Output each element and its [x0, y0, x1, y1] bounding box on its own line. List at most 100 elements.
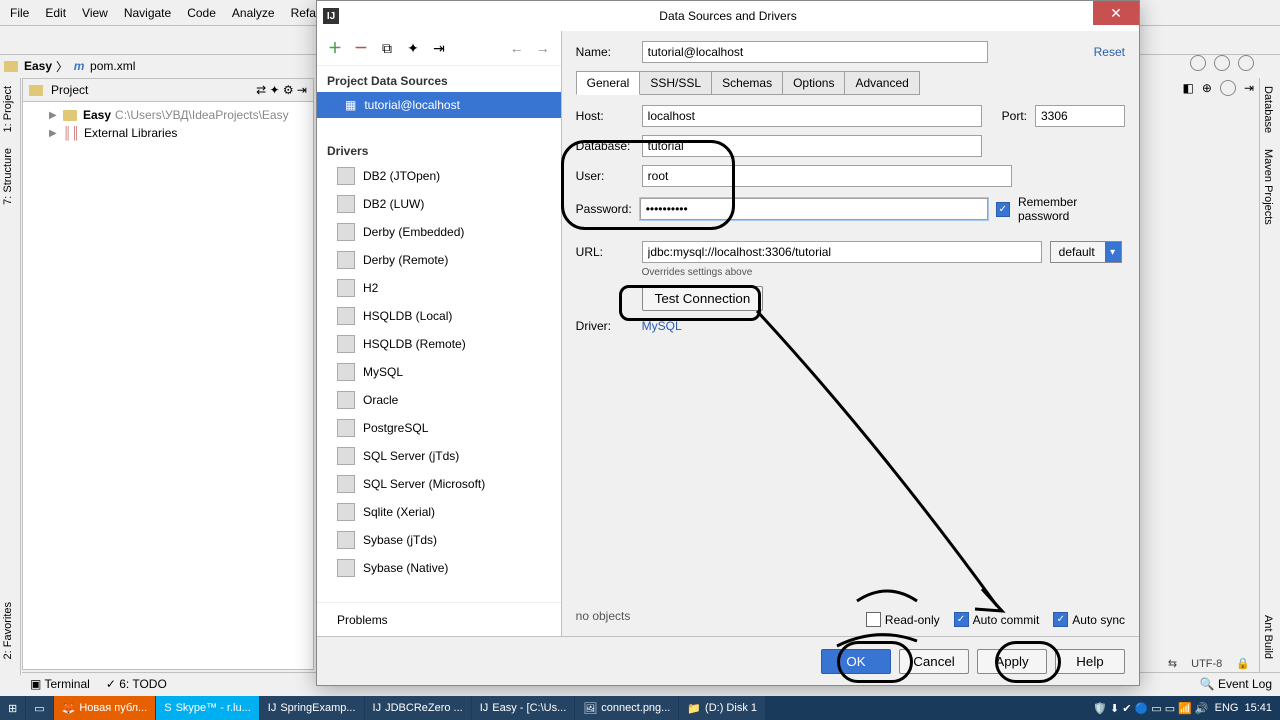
bottom-todo[interactable]: ✓ 6: TODO: [106, 677, 167, 691]
menu-file[interactable]: File: [4, 4, 35, 22]
driver-item[interactable]: SQL Server (jTds): [317, 442, 561, 470]
driver-item[interactable]: Derby (Embedded): [317, 218, 561, 246]
driver-icon: [337, 335, 355, 353]
driver-item[interactable]: HSQLDB (Local): [317, 302, 561, 330]
problems-link[interactable]: Problems: [317, 602, 561, 637]
driver-item[interactable]: H2: [317, 274, 561, 302]
menu-analyze[interactable]: Analyze: [226, 4, 281, 22]
gear-icon[interactable]: [1220, 80, 1236, 96]
autosync-checkbox[interactable]: ✓: [1053, 612, 1068, 627]
taskbar-intellij[interactable]: IJ SpringExamp...: [260, 696, 364, 720]
taskbar-explorer[interactable]: 📁 (D:) Disk 1: [679, 696, 765, 720]
task-view-button[interactable]: ▭: [26, 696, 52, 720]
cancel-button[interactable]: Cancel: [899, 649, 969, 674]
copy-icon[interactable]: ⧉: [379, 40, 395, 56]
readonly-checkbox[interactable]: [866, 612, 881, 627]
driver-item[interactable]: Derby (Remote): [317, 246, 561, 274]
menu-code[interactable]: Code: [181, 4, 222, 22]
close-icon[interactable]: ✕: [1093, 1, 1139, 25]
tree-ext-libs[interactable]: ▶ ║║ External Libraries: [25, 124, 311, 142]
nav-fwd-icon[interactable]: →: [535, 40, 551, 56]
taskbar-intellij[interactable]: IJ JDBCReZero ...: [365, 696, 471, 720]
autocommit-checkbox[interactable]: ✓: [954, 612, 969, 627]
data-sources-dialog: IJ Data Sources and Drivers ✕ ＋ － ⧉ ✦ ⇥ …: [316, 0, 1140, 686]
settings-icon[interactable]: ✦: [405, 40, 421, 56]
breadcrumb-project[interactable]: Easy: [24, 59, 52, 73]
port-label: Port:: [1002, 109, 1027, 123]
taskbar-image[interactable]: 🖼 connect.png...: [575, 696, 678, 720]
gear-icon[interactable]: [1238, 55, 1254, 71]
tool-icon[interactable]: ◧: [1183, 81, 1194, 95]
tool-icon[interactable]: ⊕: [1202, 81, 1212, 95]
menu-view[interactable]: View: [76, 4, 114, 22]
driver-icon: [337, 391, 355, 409]
right-tab-maven[interactable]: Maven Projects: [1260, 141, 1276, 233]
help-button[interactable]: Help: [1055, 649, 1125, 674]
taskbar-firefox[interactable]: 🦊 Новая публ...: [54, 696, 156, 720]
tray-clock[interactable]: 15:41: [1244, 702, 1272, 714]
remove-icon[interactable]: －: [353, 40, 369, 56]
bottom-event-log[interactable]: 🔍 Event Log: [1200, 677, 1272, 691]
host-input[interactable]: [642, 105, 982, 127]
driver-item[interactable]: Oracle: [317, 386, 561, 414]
driver-item[interactable]: SQL Server (Microsoft): [317, 470, 561, 498]
reset-link[interactable]: Reset: [1094, 45, 1125, 59]
driver-item[interactable]: Sqlite (Xerial): [317, 498, 561, 526]
start-button[interactable]: ⊞: [0, 696, 25, 720]
datasource-item[interactable]: ▦ tutorial@localhost: [317, 92, 561, 118]
driver-item[interactable]: HSQLDB (Remote): [317, 330, 561, 358]
import-icon[interactable]: ⇥: [431, 40, 447, 56]
driver-icon: [337, 167, 355, 185]
tab-general[interactable]: General: [576, 71, 641, 95]
user-input[interactable]: [642, 165, 1012, 187]
windows-taskbar[interactable]: ⊞ ▭ 🦊 Новая публ... S Skype™ - r.lu... I…: [0, 696, 1280, 720]
driver-link[interactable]: MySQL: [642, 319, 682, 333]
chevron-down-icon: ▾: [1105, 242, 1121, 262]
tab-schemas[interactable]: Schemas: [711, 71, 783, 95]
right-tab-database[interactable]: Database: [1260, 78, 1276, 141]
taskbar-intellij[interactable]: IJ Easy - [C:\Us...: [472, 696, 575, 720]
url-input[interactable]: [642, 241, 1042, 263]
driver-item[interactable]: MySQL: [317, 358, 561, 386]
driver-item[interactable]: DB2 (LUW): [317, 190, 561, 218]
system-tray[interactable]: 🛡️ ⬇ ✔ 🔵 ▭ ▭ 📶 🔊 ENG 15:41: [1093, 702, 1280, 715]
menu-navigate[interactable]: Navigate: [118, 4, 177, 22]
left-tab-project[interactable]: 1: Project: [0, 78, 16, 140]
name-input[interactable]: [642, 41, 988, 63]
bottom-terminal[interactable]: ▣ Terminal: [30, 677, 90, 691]
test-connection-button[interactable]: Test Connection: [642, 286, 764, 311]
dialog-title: Data Sources and Drivers: [659, 9, 796, 23]
gear-icon[interactable]: [1214, 55, 1230, 71]
apply-button[interactable]: Apply: [977, 649, 1047, 674]
right-tab-ant[interactable]: Ant Build: [1260, 607, 1276, 667]
tab-options[interactable]: Options: [782, 71, 845, 95]
ok-button[interactable]: OK: [821, 649, 891, 674]
ide-left-tool-strip: 1: Project 7: Structure 2: Favorites: [0, 78, 21, 675]
driver-item[interactable]: Sybase (Native): [317, 554, 561, 582]
port-input[interactable]: [1035, 105, 1125, 127]
tab-advanced[interactable]: Advanced: [844, 71, 919, 95]
tree-root[interactable]: ▶ Easy C:\Users\УВД\IdeaProjects\Easy: [25, 106, 311, 124]
ide-status-right: ⇆UTF-8🔒: [1168, 657, 1250, 670]
taskbar-skype[interactable]: S Skype™ - r.lu...: [156, 696, 259, 720]
gear-icon[interactable]: [1190, 55, 1206, 71]
tray-lang[interactable]: ENG: [1215, 702, 1239, 714]
tab-ssh[interactable]: SSH/SSL: [639, 71, 712, 95]
nav-back-icon[interactable]: ←: [509, 40, 525, 56]
tool-icon[interactable]: ⇥: [1244, 81, 1254, 95]
left-tab-structure[interactable]: 7: Structure: [0, 140, 16, 213]
remember-password-checkbox[interactable]: ✓: [996, 202, 1010, 217]
left-tab-favorites[interactable]: 2: Favorites: [0, 594, 16, 667]
left-toolbar: ＋ － ⧉ ✦ ⇥ ← →: [317, 31, 561, 66]
dialog-footer: OK Cancel Apply Help: [317, 636, 1139, 685]
password-input[interactable]: [640, 198, 988, 220]
menu-edit[interactable]: Edit: [39, 4, 72, 22]
driver-item[interactable]: DB2 (JTOpen): [317, 162, 561, 190]
url-default-dropdown[interactable]: default▾: [1050, 241, 1122, 263]
breadcrumb-file[interactable]: pom.xml: [90, 59, 135, 73]
add-icon[interactable]: ＋: [327, 40, 343, 56]
database-input[interactable]: [642, 135, 982, 157]
driver-item[interactable]: PostgreSQL: [317, 414, 561, 442]
driver-item[interactable]: Sybase (jTds): [317, 526, 561, 554]
dialog-titlebar[interactable]: IJ Data Sources and Drivers ✕: [317, 1, 1139, 32]
